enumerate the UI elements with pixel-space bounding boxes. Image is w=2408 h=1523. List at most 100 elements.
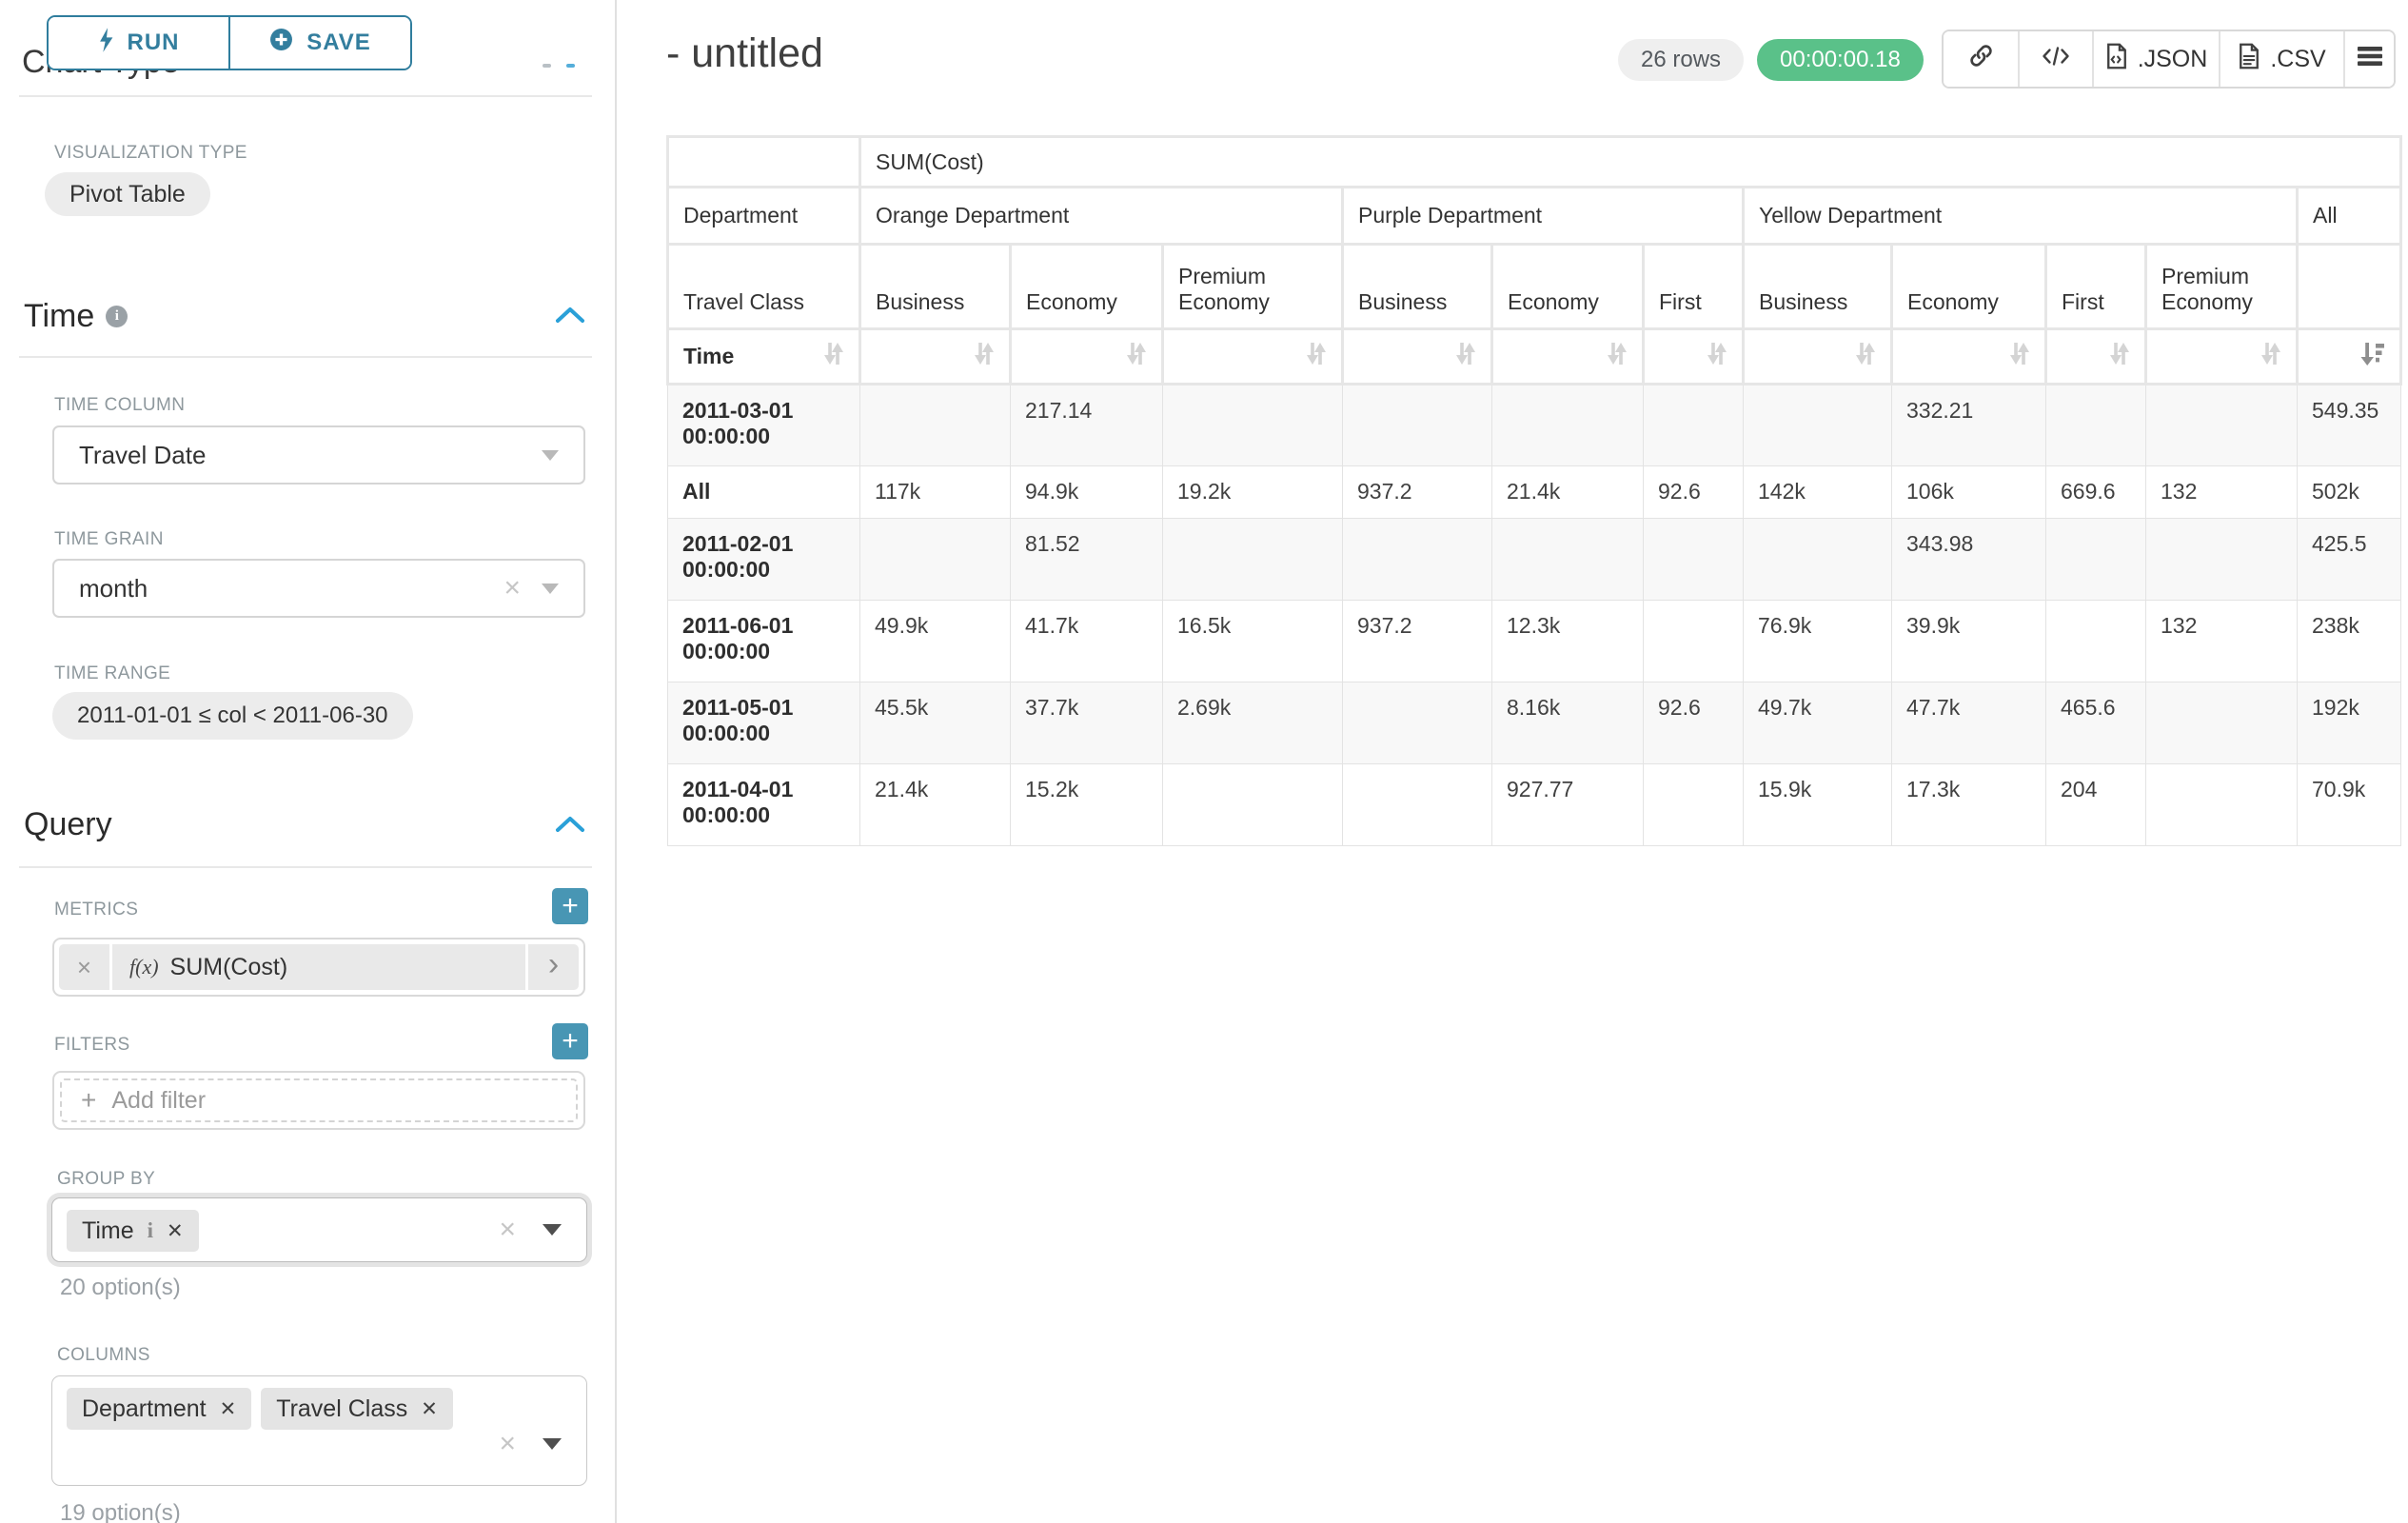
export-json-button[interactable]: .JSON — [2092, 31, 2219, 87]
run-button[interactable]: RUN — [49, 17, 228, 69]
columns-tag[interactable]: Travel Class✕ — [261, 1388, 453, 1430]
caret-down-icon[interactable] — [543, 1438, 562, 1450]
add-filter-button[interactable]: + Add filter — [60, 1078, 578, 1122]
select-controls: × — [499, 1430, 562, 1458]
pivot-sort-col[interactable] — [2298, 329, 2401, 385]
pivot-table: SUM(Cost)DepartmentOrange DepartmentPurp… — [666, 135, 2402, 846]
pivot-cell: 132 — [2146, 466, 2298, 519]
pivot-sort-col[interactable] — [1744, 329, 1892, 385]
pivot-cell — [2146, 682, 2298, 764]
columns-select[interactable]: Department✕Travel Class✕ × — [51, 1375, 587, 1486]
add-metric-button[interactable]: + — [552, 888, 588, 924]
pivot-group-header: Purple Department — [1343, 188, 1744, 245]
caret-down-icon[interactable] — [543, 1224, 562, 1236]
pivot-row-header: 2011-04-01 00:00:00 — [668, 764, 860, 846]
lightning-icon — [98, 28, 114, 59]
sort-updown-icon[interactable] — [1455, 341, 1476, 372]
pivot-cell — [860, 519, 1011, 601]
sort-updown-icon[interactable] — [2009, 341, 2030, 372]
table-row: 2011-03-01 00:00:00217.14332.21549.35 — [668, 385, 2401, 466]
run-save-button-group: RUN SAVE — [47, 15, 412, 70]
pivot-sort-col[interactable] — [1163, 329, 1343, 385]
table-row: 2011-05-01 00:00:0045.5k37.7k2.69k8.16k9… — [668, 682, 2401, 764]
pivot-cell: 332.21 — [1892, 385, 2046, 466]
add-filter-plus-button[interactable]: + — [552, 1023, 588, 1059]
divider — [19, 866, 592, 868]
pivot-col-header: Premium Economy — [1163, 245, 1343, 329]
pivot-sort-col[interactable] — [1011, 329, 1163, 385]
remove-tag-icon[interactable]: ✕ — [220, 1397, 237, 1421]
time-range-pill[interactable]: 2011-01-01 ≤ col < 2011-06-30 — [52, 692, 413, 740]
pivot-col-header: Business — [860, 245, 1011, 329]
group-by-select[interactable]: Time i ✕ × — [51, 1197, 587, 1262]
remove-tag-icon[interactable]: ✕ — [167, 1219, 184, 1243]
pivot-cell: 49.7k — [1744, 682, 1892, 764]
pivot-row-header: 2011-06-01 00:00:00 — [668, 601, 860, 682]
group-by-label: GROUP BY — [57, 1169, 155, 1190]
pivot-cell: 17.3k — [1892, 764, 2046, 846]
controls-sidebar: Chart Type RUN SAVE VISUALIZATION TYPE P… — [0, 0, 617, 1523]
divider — [19, 356, 592, 358]
columns-tag[interactable]: Department✕ — [67, 1388, 251, 1430]
pivot-cell: 16.5k — [1163, 601, 1343, 682]
more-options-button[interactable] — [2343, 31, 2394, 87]
pivot-cell: 47.7k — [1892, 682, 2046, 764]
pivot-sort-col[interactable] — [2046, 329, 2146, 385]
sort-updown-icon[interactable] — [2260, 341, 2281, 372]
group-by-tag-time[interactable]: Time i ✕ — [67, 1210, 199, 1252]
query-collapse-chevron-icon[interactable] — [555, 816, 585, 838]
export-csv-button[interactable]: .CSV — [2219, 31, 2343, 87]
sort-updown-icon[interactable] — [1707, 341, 1727, 372]
sort-updown-icon[interactable] — [1126, 341, 1147, 372]
pivot-cell — [1744, 519, 1892, 601]
pivot-sort-col[interactable] — [1644, 329, 1744, 385]
pivot-cell — [1163, 519, 1343, 601]
pivot-sort-time[interactable]: Time — [668, 329, 860, 385]
pivot-sort-col[interactable] — [860, 329, 1011, 385]
pivot-cell: 41.7k — [1011, 601, 1163, 682]
pivot-col-header: Business — [1343, 245, 1492, 329]
pivot-cell: 8.16k — [1492, 682, 1644, 764]
copy-link-button[interactable] — [1944, 31, 2018, 87]
clear-icon[interactable]: × — [503, 574, 521, 603]
pivot-sort-col[interactable] — [1492, 329, 1644, 385]
table-row: 2011-02-01 00:00:0081.52343.98425.5 — [668, 519, 2401, 601]
time-range-label: TIME RANGE — [54, 663, 170, 684]
pivot-row-header: 2011-03-01 00:00:00 — [668, 385, 860, 466]
sort-updown-icon[interactable] — [2109, 341, 2130, 372]
sort-updown-icon[interactable] — [974, 341, 995, 372]
sort-updown-icon[interactable] — [1855, 341, 1876, 372]
pivot-cell — [1492, 385, 1644, 466]
metric-expand-icon[interactable]: › — [525, 944, 579, 990]
view-query-button[interactable] — [2018, 31, 2092, 87]
time-grain-select[interactable]: month × — [52, 559, 585, 618]
sort-updown-icon[interactable] — [823, 341, 844, 372]
clear-icon[interactable]: × — [499, 1216, 516, 1244]
sort-descending-icon[interactable] — [2360, 341, 2385, 372]
chart-title[interactable]: - untitled — [666, 30, 823, 77]
pivot-cell: 94.9k — [1011, 466, 1163, 519]
panel-divider[interactable] — [615, 0, 617, 1523]
sort-updown-icon[interactable] — [1607, 341, 1628, 372]
pivot-cell: 425.5 — [2298, 519, 2401, 601]
pivot-sort-col[interactable] — [1343, 329, 1492, 385]
time-column-select[interactable]: Travel Date — [52, 425, 585, 485]
csv-file-icon — [2238, 43, 2260, 76]
sort-updown-icon[interactable] — [1306, 341, 1327, 372]
columns-label: COLUMNS — [57, 1345, 150, 1366]
pivot-sort-col[interactable] — [1892, 329, 2046, 385]
pivot-col-header: Business — [1744, 245, 1892, 329]
save-button[interactable]: SAVE — [228, 17, 410, 69]
caret-down-icon — [542, 450, 559, 461]
visualization-type-pill[interactable]: Pivot Table — [45, 172, 210, 216]
metric-pill[interactable]: × f(x) SUM(Cost) › — [59, 944, 579, 990]
table-row: 2011-04-01 00:00:0021.4k15.2k927.7715.9k… — [668, 764, 2401, 846]
time-collapse-chevron-icon[interactable] — [555, 307, 585, 328]
table-row: All117k94.9k19.2k937.221.4k92.6142k106k6… — [668, 466, 2401, 519]
clear-icon[interactable]: × — [499, 1430, 516, 1458]
remove-metric-icon[interactable]: × — [59, 944, 112, 990]
filters-label: FILTERS — [54, 1035, 130, 1056]
pivot-sort-col[interactable] — [2146, 329, 2298, 385]
remove-tag-icon[interactable]: ✕ — [421, 1397, 438, 1421]
pivot-cell: 21.4k — [1492, 466, 1644, 519]
